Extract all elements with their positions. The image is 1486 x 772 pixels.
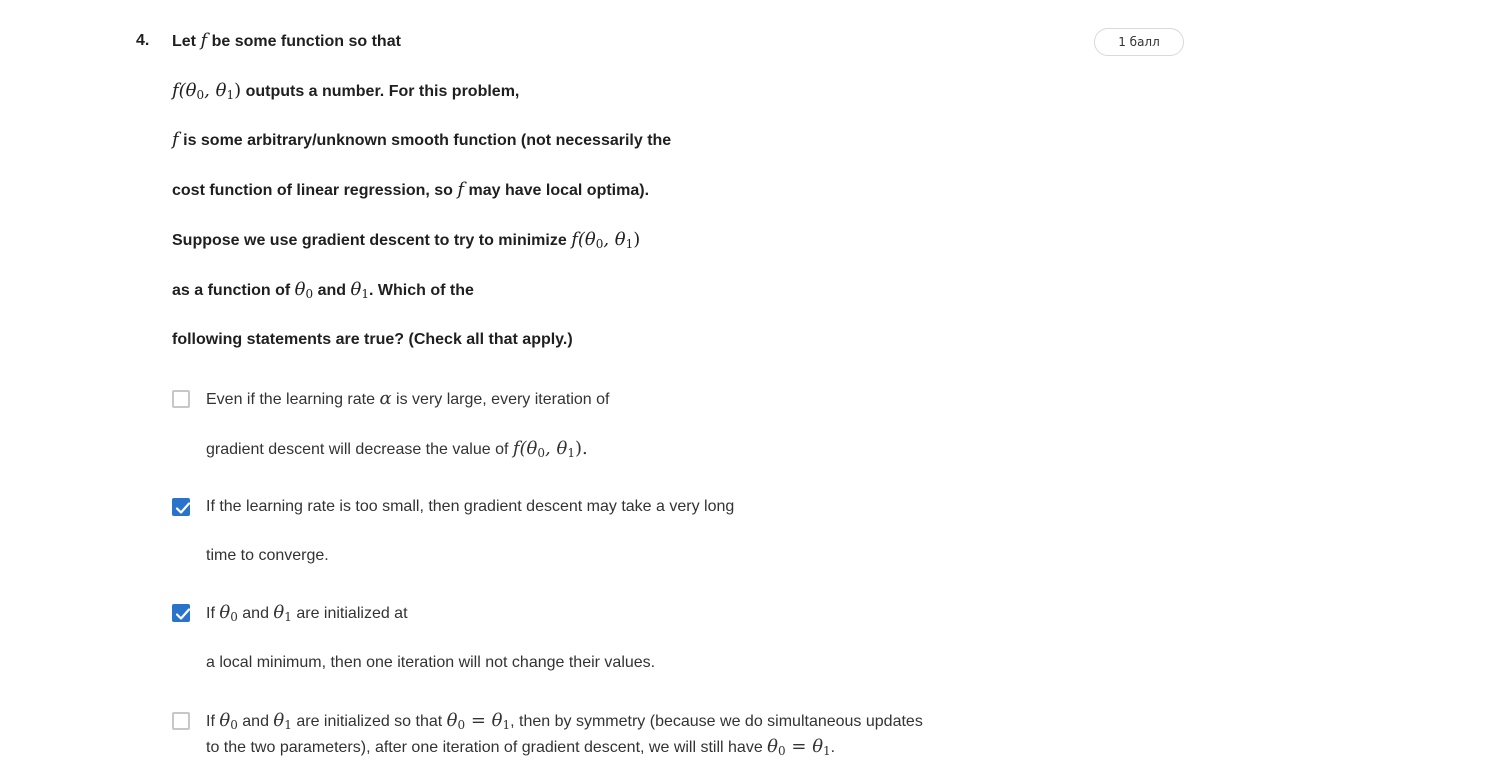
option-3-line-1: If θ0 and θ1 are initialized at [206,602,408,625]
prompt-text: as a function of [172,282,295,299]
prompt-line-6: as a function of θ0 and θ1. Which of the [172,280,474,304]
option-1-checkbox[interactable] [172,390,190,408]
points-badge: 1 балл [1094,28,1184,56]
prompt-text: Let [172,33,201,50]
math-theta0: θ0 [219,710,238,733]
option-4-line-1: If θ0 and θ1 are initialized so that θ0 … [206,710,923,733]
option-4-line-2: to the two parameters), after one iterat… [206,736,836,759]
option-4-checkbox[interactable] [172,712,190,730]
math-alpha: α [379,388,392,409]
option-1-line-1: Even if the learning rate α is very larg… [206,388,610,409]
math-theta1: θ1 [273,602,292,625]
prompt-line-7: following statements are true? (Check al… [172,330,573,350]
math-equation: θ0 = θ1 [767,736,831,759]
prompt-line-4: cost function of linear regression, so f… [172,180,649,201]
math-theta0: θ0 [294,279,314,302]
prompt-text: outputs a number. For this problem, [241,83,520,100]
option-3-line-2: a local minimum, then one iteration will… [206,654,656,671]
math-f-theta: f(θ0, θ1). [512,438,588,461]
prompt-text: and [313,282,351,299]
prompt-text: . Which of the [368,282,474,299]
prompt-text: cost function of linear regression, so [172,182,458,199]
option-3-checkbox[interactable] [172,604,191,622]
option-2-line-1: If the learning rate is too small, then … [206,498,735,515]
math-theta1: θ1 [273,710,292,733]
prompt-line-3: f is some arbitrary/unknown smooth funct… [172,130,671,151]
option-2-checkbox[interactable] [172,498,191,516]
option-2-line-2: time to converge. [206,547,329,564]
math-theta0: θ0 [219,602,238,625]
question-number: 4. [136,32,150,49]
math-f-theta: f(θ0, θ1) [172,80,242,103]
math-theta1: θ1 [350,279,369,302]
prompt-text: following statements are true? (Check al… [172,331,573,348]
prompt-line-2: f(θ0, θ1) outputs a number. For this pro… [172,81,519,105]
checkmark-icon [175,502,191,514]
math-f-theta: f(θ0, θ1) [571,229,641,252]
math-f: f [172,129,179,150]
option-1-line-2: gradient descent will decrease the value… [206,438,588,461]
prompt-text: is some arbitrary/unknown smooth functio… [178,132,672,149]
checkmark-icon [175,608,191,620]
prompt-text: be some function so that [207,33,401,50]
prompt-text: may have local optima). [464,182,650,199]
prompt-line-1: Let f be some function so that [172,31,401,52]
prompt-line-5: Suppose we use gradient descent to try t… [172,230,640,254]
prompt-text: Suppose we use gradient descent to try t… [172,232,572,249]
math-equation: θ0 = θ1 [446,710,511,733]
